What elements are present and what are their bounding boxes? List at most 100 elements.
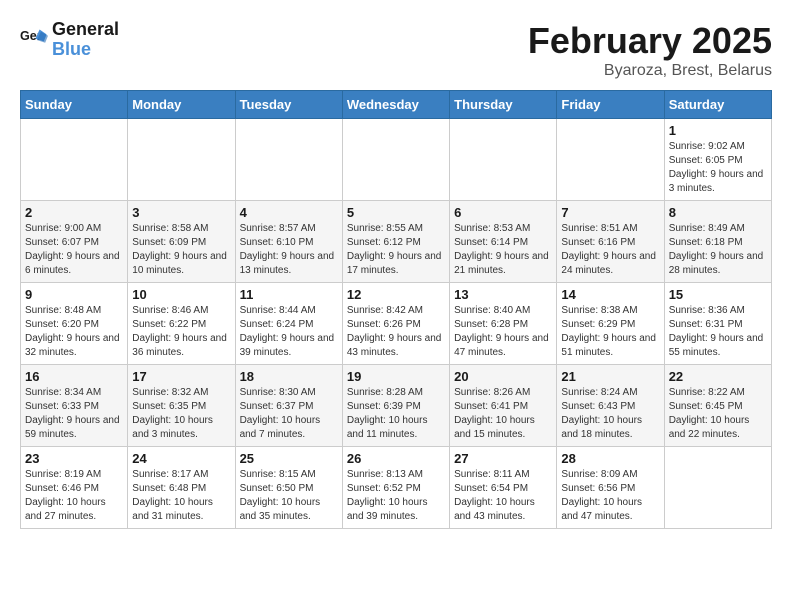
day-number: 10 [132,287,230,302]
day-number: 2 [25,205,123,220]
calendar-cell: 28Sunrise: 8:09 AM Sunset: 6:56 PM Dayli… [557,447,664,529]
calendar-cell: 24 Sunrise: 8:17 AM Sunset: 6:48 PM Dayli… [128,447,235,529]
calendar-cell: 8 Sunrise: 8:49 AM Sunset: 6:18 PM Daylig… [664,201,771,283]
day-info: Sunrise: 8:36 AM Sunset: 6:31 PM Dayligh… [669,304,767,360]
weekday-header: Monday [128,91,235,119]
day-info: Sunrise: 8:40 AM Sunset: 6:28 PM Dayligh… [454,304,552,360]
day-number: 13 [454,287,552,302]
calendar-week-row: 16Sunrise: 8:34 AM Sunset: 6:33 PM Dayli… [21,365,772,447]
day-number: 16 [25,369,123,384]
day-number: 12 [347,287,445,302]
calendar-cell [235,119,342,201]
day-info: Sunrise: 8:49 AM Sunset: 6:18 PM Dayligh… [669,222,767,278]
day-number: 22 [669,369,767,384]
day-info: Sunrise: 8:26 AM Sunset: 6:41 PM Dayligh… [454,386,552,442]
day-info: Sunrise: 8:11 AM Sunset: 6:54 PM Dayligh… [454,468,552,524]
weekday-header: Wednesday [342,91,449,119]
day-number: 27 [454,451,552,466]
day-number: 11 [240,287,338,302]
calendar-cell: 22Sunrise: 8:22 AM Sunset: 6:45 PM Dayli… [664,365,771,447]
logo-line1: General [52,20,119,40]
calendar-cell: 14 Sunrise: 8:38 AM Sunset: 6:29 PM Dayli… [557,283,664,365]
calendar-cell [342,119,449,201]
calendar-cell: 26 Sunrise: 8:13 AM Sunset: 6:52 PM Dayli… [342,447,449,529]
logo-line2: Blue [52,40,119,60]
calendar-cell: 9 Sunrise: 8:48 AM Sunset: 6:20 PM Daylig… [21,283,128,365]
weekday-header: Friday [557,91,664,119]
day-info: Sunrise: 8:30 AM Sunset: 6:37 PM Dayligh… [240,386,338,442]
calendar-cell: 3 Sunrise: 8:58 AM Sunset: 6:09 PM Daylig… [128,201,235,283]
calendar-week-row: 9 Sunrise: 8:48 AM Sunset: 6:20 PM Daylig… [21,283,772,365]
day-info: Sunrise: 8:17 AM Sunset: 6:48 PM Dayligh… [132,468,230,524]
calendar-cell: 5 Sunrise: 8:55 AM Sunset: 6:12 PM Daylig… [342,201,449,283]
day-info: Sunrise: 8:55 AM Sunset: 6:12 PM Dayligh… [347,222,445,278]
day-number: 14 [561,287,659,302]
calendar-cell: 17 Sunrise: 8:32 AM Sunset: 6:35 PM Dayli… [128,365,235,447]
day-number: 15 [669,287,767,302]
day-number: 6 [454,205,552,220]
calendar-cell: 6Sunrise: 8:53 AM Sunset: 6:14 PM Daylig… [450,201,557,283]
day-number: 28 [561,451,659,466]
day-number: 9 [25,287,123,302]
day-info: Sunrise: 8:51 AM Sunset: 6:16 PM Dayligh… [561,222,659,278]
calendar-cell: 4Sunrise: 8:57 AM Sunset: 6:10 PM Daylig… [235,201,342,283]
day-info: Sunrise: 8:46 AM Sunset: 6:22 PM Dayligh… [132,304,230,360]
day-number: 1 [669,123,767,138]
calendar-cell: 7 Sunrise: 8:51 AM Sunset: 6:16 PM Daylig… [557,201,664,283]
calendar-cell: 21 Sunrise: 8:24 AM Sunset: 6:43 PM Dayli… [557,365,664,447]
logo-icon: Gen [20,26,48,54]
calendar-body: 1 Sunrise: 9:02 AM Sunset: 6:05 PM Daylig… [21,119,772,529]
day-number: 17 [132,369,230,384]
day-number: 25 [240,451,338,466]
weekday-header: Thursday [450,91,557,119]
calendar-week-row: 23 Sunrise: 8:19 AM Sunset: 6:46 PM Dayli… [21,447,772,529]
day-number: 18 [240,369,338,384]
calendar-cell [450,119,557,201]
calendar-cell: 16Sunrise: 8:34 AM Sunset: 6:33 PM Dayli… [21,365,128,447]
title-block: February 2025 Byaroza, Brest, Belarus [528,20,772,80]
calendar-cell: 25Sunrise: 8:15 AM Sunset: 6:50 PM Dayli… [235,447,342,529]
day-number: 8 [669,205,767,220]
day-number: 20 [454,369,552,384]
day-info: Sunrise: 8:13 AM Sunset: 6:52 PM Dayligh… [347,468,445,524]
calendar-week-row: 1 Sunrise: 9:02 AM Sunset: 6:05 PM Daylig… [21,119,772,201]
day-info: Sunrise: 8:58 AM Sunset: 6:09 PM Dayligh… [132,222,230,278]
day-number: 4 [240,205,338,220]
calendar-cell: 10 Sunrise: 8:46 AM Sunset: 6:22 PM Dayli… [128,283,235,365]
calendar-header: SundayMondayTuesdayWednesdayThursdayFrid… [21,91,772,119]
calendar-table: SundayMondayTuesdayWednesdayThursdayFrid… [20,90,772,529]
calendar-cell: 13 Sunrise: 8:40 AM Sunset: 6:28 PM Dayli… [450,283,557,365]
day-number: 7 [561,205,659,220]
calendar-cell [21,119,128,201]
day-info: Sunrise: 8:32 AM Sunset: 6:35 PM Dayligh… [132,386,230,442]
calendar-cell: 23 Sunrise: 8:19 AM Sunset: 6:46 PM Dayli… [21,447,128,529]
day-number: 19 [347,369,445,384]
month-title: February 2025 [528,20,772,62]
day-info: Sunrise: 9:02 AM Sunset: 6:05 PM Dayligh… [669,140,767,196]
day-info: Sunrise: 8:48 AM Sunset: 6:20 PM Dayligh… [25,304,123,360]
day-info: Sunrise: 8:24 AM Sunset: 6:43 PM Dayligh… [561,386,659,442]
day-info: Sunrise: 8:19 AM Sunset: 6:46 PM Dayligh… [25,468,123,524]
calendar-cell: 12 Sunrise: 8:42 AM Sunset: 6:26 PM Dayli… [342,283,449,365]
calendar-cell: 2Sunrise: 9:00 AM Sunset: 6:07 PM Daylig… [21,201,128,283]
day-number: 23 [25,451,123,466]
day-number: 5 [347,205,445,220]
day-number: 24 [132,451,230,466]
day-number: 21 [561,369,659,384]
calendar-cell: 20 Sunrise: 8:26 AM Sunset: 6:41 PM Dayli… [450,365,557,447]
weekday-header: Tuesday [235,91,342,119]
day-info: Sunrise: 8:42 AM Sunset: 6:26 PM Dayligh… [347,304,445,360]
calendar-cell [128,119,235,201]
day-info: Sunrise: 8:44 AM Sunset: 6:24 PM Dayligh… [240,304,338,360]
calendar-week-row: 2Sunrise: 9:00 AM Sunset: 6:07 PM Daylig… [21,201,772,283]
calendar-cell: 18 Sunrise: 8:30 AM Sunset: 6:37 PM Dayli… [235,365,342,447]
weekday-row: SundayMondayTuesdayWednesdayThursdayFrid… [21,91,772,119]
calendar-cell: 15 Sunrise: 8:36 AM Sunset: 6:31 PM Dayli… [664,283,771,365]
calendar-cell: 11 Sunrise: 8:44 AM Sunset: 6:24 PM Dayli… [235,283,342,365]
calendar-cell: 1 Sunrise: 9:02 AM Sunset: 6:05 PM Daylig… [664,119,771,201]
day-number: 26 [347,451,445,466]
day-number: 3 [132,205,230,220]
day-info: Sunrise: 8:28 AM Sunset: 6:39 PM Dayligh… [347,386,445,442]
day-info: Sunrise: 8:38 AM Sunset: 6:29 PM Dayligh… [561,304,659,360]
calendar-cell: 27 Sunrise: 8:11 AM Sunset: 6:54 PM Dayli… [450,447,557,529]
